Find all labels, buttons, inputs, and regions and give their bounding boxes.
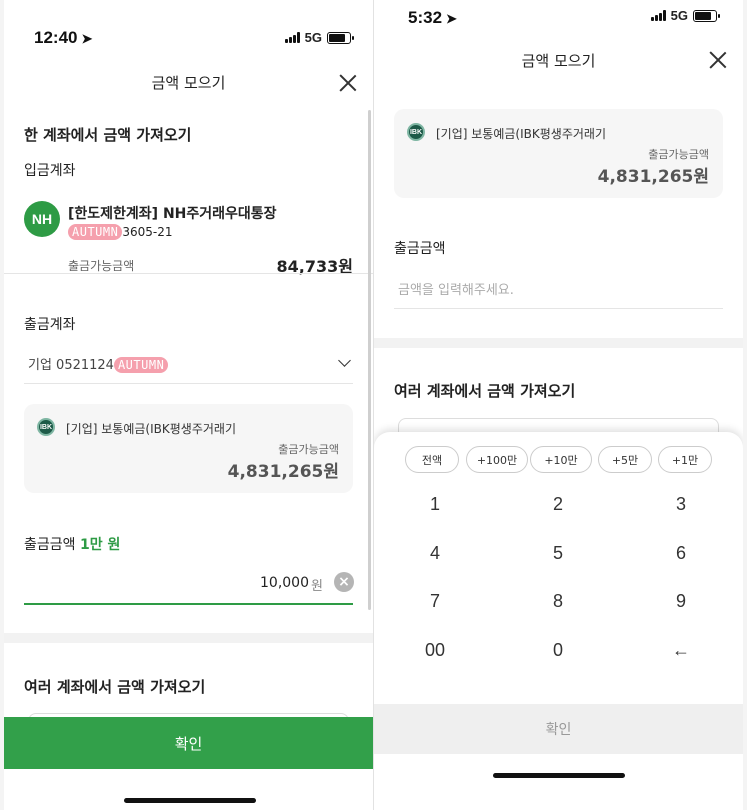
location-arrow-icon: ➤ <box>446 11 457 26</box>
card-balance: 4,831,265원 <box>227 462 339 482</box>
home-indicator <box>493 773 625 778</box>
withdraw-amount-label: 출금금액 <box>394 241 446 257</box>
card-account-name: [기업] 보통예금(IBK평생주거래기 <box>66 422 236 436</box>
deposit-account-name: [한도제한계좌] NH주거래우대통장 <box>68 206 277 222</box>
deposit-balance-label: 출금가능금액 <box>68 259 135 273</box>
key-5[interactable]: 5 <box>518 533 598 573</box>
status-time: 12:40 ➤ <box>34 28 93 47</box>
chevron-down-icon[interactable] <box>338 354 351 367</box>
close-icon[interactable] <box>709 51 727 69</box>
key-8[interactable]: 8 <box>518 581 598 621</box>
status-icons: 5G <box>284 30 354 45</box>
redaction-mark: AUTUMN <box>68 224 123 240</box>
backspace-icon[interactable]: ← <box>641 630 721 670</box>
status-bar: 12:40 ➤ 5G <box>4 0 373 58</box>
network-label: 5G <box>670 8 688 23</box>
redaction-mark: AUTUMN <box>113 357 169 373</box>
signal-icon <box>284 32 300 43</box>
multi-account-title: 여러 계좌에서 금액 가져오기 <box>394 382 576 400</box>
amount-input[interactable]: 금액을 입력해주세요. <box>398 279 514 298</box>
number-keypad: 전액 +100만 +10만 +5만 +1만 1 2 3 4 5 6 7 8 9 … <box>374 432 743 704</box>
page-title: 금액 모으기 <box>521 52 596 70</box>
screenshot-stage: 12:40 ➤ 5G 금액 모으기 한 계좌에서 금액 가져오기 입금계좌 NH … <box>0 0 747 810</box>
amount-input-underline <box>394 308 723 309</box>
amount-value[interactable]: 10,000 <box>260 575 309 591</box>
withdraw-amount-label: 출금금액 1만 원 <box>24 537 121 553</box>
status-icons: 5G <box>650 8 720 23</box>
nh-bank-logo: NH <box>24 201 60 237</box>
withdraw-account-card: IBK [기업] 보통예금(IBK평생주거래기 출금가능금액 4,831,265… <box>394 109 723 198</box>
right-phone-screen: 5:32 ➤ 5G 금액 모으기 IBK [기업] 보통예금(IBK평생주거래기 … <box>374 0 743 810</box>
amount-hint: 1만 원 <box>79 537 121 553</box>
key-2[interactable]: 2 <box>518 484 598 524</box>
card-account-name: [기업] 보통예금(IBK평생주거래기 <box>436 127 606 141</box>
withdraw-account-label: 출금계좌 <box>24 317 76 333</box>
left-phone-screen: 12:40 ➤ 5G 금액 모으기 한 계좌에서 금액 가져오기 입금계좌 NH … <box>4 0 373 810</box>
withdraw-account-card: IBK [기업] 보통예금(IBK평생주거래기 출금가능금액 4,831,265… <box>24 404 353 493</box>
multi-account-title: 여러 계좌에서 금액 가져오기 <box>24 678 206 696</box>
key-0[interactable]: 0 <box>518 630 598 670</box>
chip-plus-50k[interactable]: +5만 <box>598 446 652 473</box>
select-underline <box>24 383 353 384</box>
single-account-title: 한 계좌에서 금액 가져오기 <box>24 126 192 144</box>
home-indicator <box>124 798 256 803</box>
chip-plus-10k[interactable]: +1만 <box>658 446 712 473</box>
location-arrow-icon: ➤ <box>81 31 93 46</box>
key-6[interactable]: 6 <box>641 533 721 573</box>
scrollbar[interactable] <box>368 110 371 610</box>
key-7[interactable]: 7 <box>395 581 475 621</box>
amount-input-underline <box>24 603 353 605</box>
ibk-bank-logo: IBK <box>37 418 55 436</box>
key-9[interactable]: 9 <box>641 581 721 621</box>
close-icon[interactable] <box>339 74 357 92</box>
status-time: 5:32 ➤ <box>408 8 457 27</box>
section-separator <box>374 338 743 348</box>
confirm-button[interactable]: 확인 <box>4 717 373 769</box>
ibk-bank-logo: IBK <box>407 123 425 141</box>
divider <box>4 273 373 274</box>
signal-icon <box>650 10 666 21</box>
amount-unit: 원 <box>311 579 323 594</box>
chip-all[interactable]: 전액 <box>405 446 459 473</box>
key-00[interactable]: 00 <box>395 630 475 670</box>
battery-icon <box>327 31 354 44</box>
battery-icon <box>693 9 720 22</box>
card-balance-label: 출금가능금액 <box>278 443 339 456</box>
key-4[interactable]: 4 <box>395 533 475 573</box>
card-balance-label: 출금가능금액 <box>648 148 709 161</box>
withdraw-account-select[interactable]: 기업 0521124 AUTUMN <box>28 354 169 373</box>
key-3[interactable]: 3 <box>641 484 721 524</box>
chip-plus-100k[interactable]: +10만 <box>530 446 592 473</box>
clear-icon[interactable]: × <box>334 572 354 592</box>
deposit-account-label: 입금계좌 <box>24 163 76 179</box>
network-label: 5G <box>304 30 322 45</box>
key-1[interactable]: 1 <box>395 484 475 524</box>
confirm-button[interactable]: 확인 <box>374 704 743 754</box>
page-title: 금액 모으기 <box>151 74 226 92</box>
card-balance: 4,831,265원 <box>597 167 709 187</box>
chip-plus-1m[interactable]: +100만 <box>466 446 528 473</box>
section-separator <box>4 633 373 643</box>
deposit-account-number: AUTUMN 3605-21 <box>68 224 173 240</box>
